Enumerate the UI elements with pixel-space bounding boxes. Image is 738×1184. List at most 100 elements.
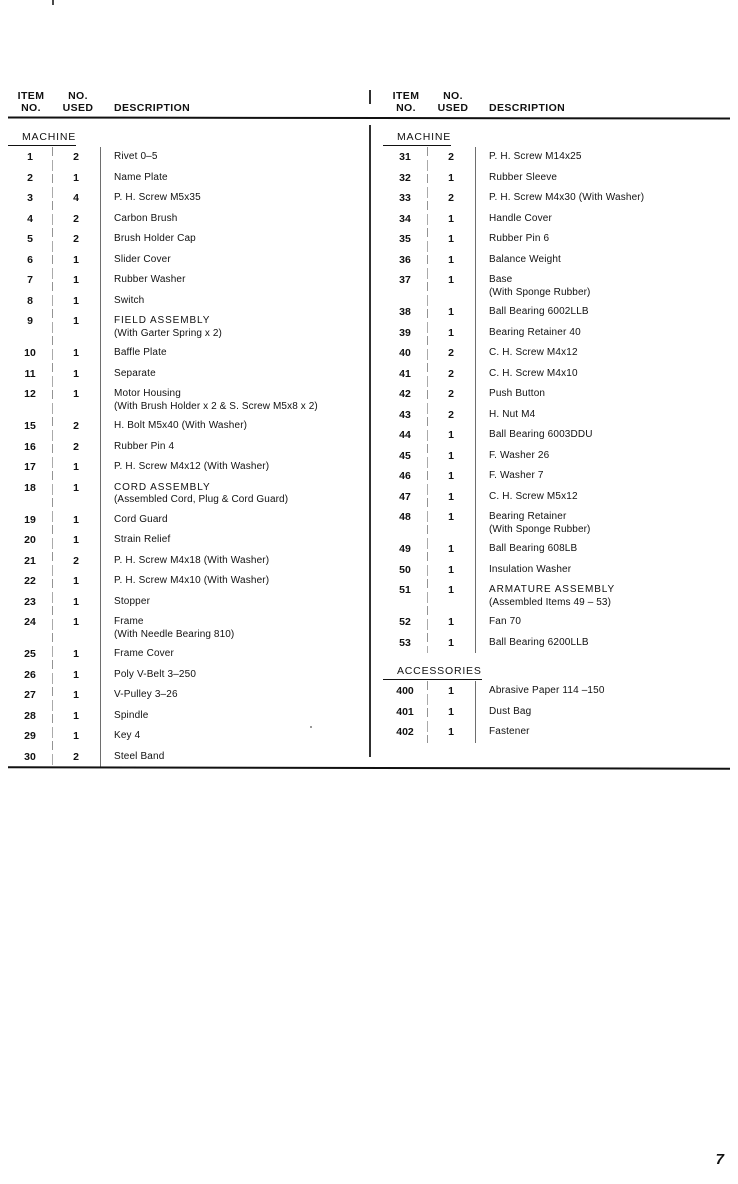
cell-item-no: 7 [27, 274, 33, 286]
cell-description: H. Nut M4 [475, 405, 535, 422]
cell-item-no: 1 [27, 151, 33, 163]
cell-no-used: 1 [448, 705, 454, 718]
table-row: 33 2 P. H. Screw M4x30 (With Washer) [383, 188, 730, 209]
description-text: C. H. Screw M4x12 [489, 347, 578, 358]
cell-no-used: 1 [448, 306, 454, 318]
description-text: Ball Bearing 6002LLB [489, 306, 589, 317]
cell-description: Dust Bag [475, 702, 531, 719]
description-text: CORD ASSEMBLY [114, 481, 211, 493]
description-text: Bearing Retainer 40 [489, 326, 581, 338]
cell-no-used: 1 [448, 584, 454, 596]
description-text: Rubber Pin 6 [489, 233, 550, 244]
table-row: 16 2 Rubber Pin 4 [8, 437, 369, 458]
description-text: Brush Holder Cap [114, 233, 196, 244]
cell-no-used: 1 [73, 616, 79, 628]
column-header-description: DESCRIPTION [114, 102, 191, 114]
cell-item-no: 37 [399, 274, 411, 286]
section-heading-machine: MACHINE [383, 119, 452, 146]
description-text: Rivet 0–5 [114, 151, 158, 162]
cell-description: Brush Holder Cap [100, 229, 196, 246]
cell-no-used: 2 [448, 408, 454, 421]
cell-no-used: 1 [73, 253, 79, 266]
cell-description: FIELD ASSEMBLY (With Garter Spring x 2) [100, 311, 222, 340]
description-text: Spindle [114, 709, 149, 721]
table-row: 5 2 Brush Holder Cap [8, 229, 369, 250]
table-row: 50 1 Insulation Washer [383, 560, 730, 581]
cell-no-used: 1 [73, 648, 79, 660]
description-text: Rubber Washer [114, 274, 186, 285]
cell-item-no: 9 [27, 315, 33, 327]
section-heading-machine: MACHINE [8, 119, 77, 146]
cell-no-used: 4 [73, 192, 79, 204]
cell-description: Switch [100, 291, 144, 308]
description-text: FIELD ASSEMBLY [114, 315, 211, 326]
cell-no-used: 1 [448, 685, 454, 697]
cell-item-no: 34 [399, 212, 411, 225]
cell-no-used: 1 [448, 429, 454, 441]
cell-no-used: 1 [448, 511, 454, 523]
cell-no-used: 1 [448, 326, 454, 339]
cell-description: P. H. Screw M4x12 (With Washer) [100, 457, 269, 474]
cell-item-no: 28 [24, 709, 36, 722]
description-text: ARMATURE ASSEMBLY [489, 584, 616, 595]
cell-description: Ball Bearing 6002LLB [475, 302, 589, 319]
table-row: 44 1 Ball Bearing 6003DDU [383, 425, 730, 446]
table-row: 53 1 Ball Bearing 6200LLB [383, 633, 730, 654]
cell-description: Stopper [100, 592, 150, 609]
description-text: Insulation Washer [489, 563, 572, 575]
cell-no-used: 1 [73, 513, 79, 526]
cell-item-no: 22 [24, 575, 36, 587]
description-text: Poly V-Belt 3–250 [114, 668, 197, 680]
table-row: 27 1 V-Pulley 3–26 [8, 685, 369, 706]
description-subtext: (With Brush Holder x 2 & S. Screw M5x8 x… [114, 400, 318, 412]
cell-no-used: 1 [73, 171, 79, 184]
description-text: Ball Bearing 6003DDU [489, 429, 593, 440]
column-header-item-no: ITEM NO. [392, 90, 420, 114]
table-row: 4 2 Carbon Brush [8, 209, 369, 230]
column-header-no-used: NO. USED [62, 90, 94, 114]
cell-no-used: 1 [448, 563, 454, 576]
table-row: 18 1 CORD ASSEMBLY (Assembled Cord, Plug & … [8, 478, 369, 510]
scan-artifact [52, 0, 54, 5]
cell-description: Steel Band [100, 747, 164, 764]
table-row: 19 1 Cord Guard [8, 510, 369, 531]
cell-no-used: 1 [73, 274, 79, 286]
table-row: 8 1 Switch [8, 291, 369, 312]
table-row: 30 2 Steel Band [8, 747, 369, 768]
table-row: 37 1 Base (With Sponge Rubber) [383, 270, 730, 302]
cell-no-used: 1 [73, 689, 79, 701]
table-row: 11 1 Separate [8, 364, 369, 385]
cell-item-no: 43 [399, 408, 411, 421]
cell-description: Handle Cover [475, 209, 552, 226]
cell-description: P. H. Screw M4x10 (With Washer) [100, 571, 269, 588]
table-row: 12 1 Motor Housing (With Brush Holder x 2 &… [8, 384, 369, 416]
cell-item-no: 42 [399, 388, 411, 400]
cell-no-used: 1 [73, 315, 79, 327]
cell-description: Frame Cover [100, 644, 174, 661]
cell-description: ARMATURE ASSEMBLY (Assembled Items 49 – 5… [475, 580, 615, 609]
cell-item-no: 8 [27, 294, 33, 307]
description-text: F. Washer 7 [489, 470, 544, 481]
table-row: 31 2 P. H. Screw M14x25 [383, 147, 730, 168]
table-row: 43 2 H. Nut M4 [383, 405, 730, 426]
cell-description: CORD ASSEMBLY (Assembled Cord, Plug & Cor… [100, 478, 288, 507]
column-divider [52, 147, 53, 767]
cell-no-used: 2 [448, 367, 454, 380]
table-row: 47 1 C. H. Screw M5x12 [383, 487, 730, 508]
column-divider [475, 681, 476, 743]
table-row: 402 1 Fastener [383, 722, 730, 743]
cell-no-used: 1 [448, 543, 454, 555]
cell-item-no: 402 [396, 726, 414, 738]
cell-description: Cord Guard [100, 510, 168, 527]
description-text: Ball Bearing 608LB [489, 543, 578, 554]
description-text: H. Nut M4 [489, 408, 536, 420]
cell-description: Push Button [475, 384, 545, 401]
cell-item-no: 29 [24, 730, 36, 742]
description-text: C. H. Screw M4x10 [489, 367, 578, 379]
cell-item-no: 20 [24, 534, 36, 546]
cell-item-no: 49 [399, 543, 411, 555]
column-header-item-no: ITEM NO. [17, 90, 45, 114]
description-text: Ball Bearing 6200LLB [489, 636, 589, 648]
description-text: Slider Cover [114, 253, 171, 265]
description-text: Name Plate [114, 171, 168, 183]
